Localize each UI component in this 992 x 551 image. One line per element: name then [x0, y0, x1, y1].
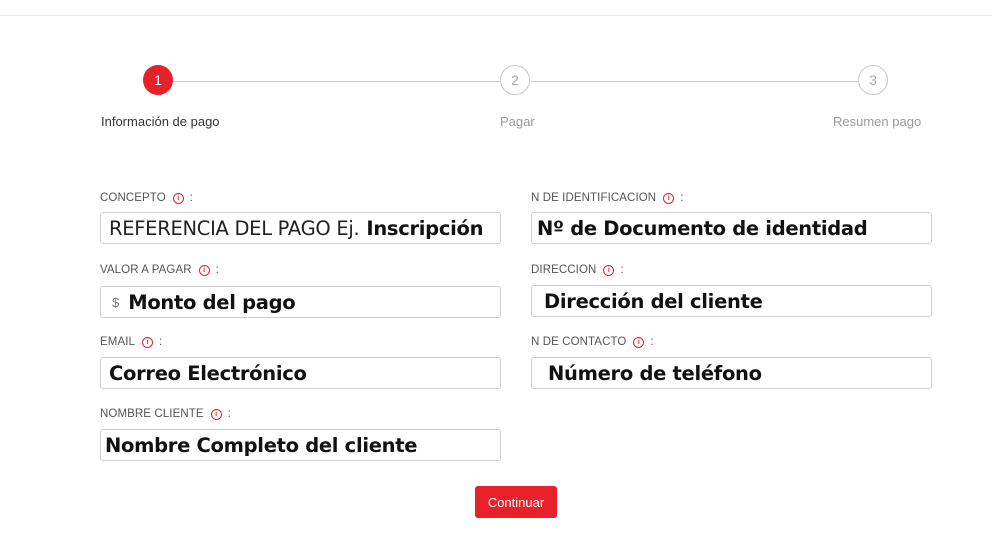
continue-button[interactable]: Continuar [475, 486, 557, 518]
stepper-connector-1 [173, 81, 500, 82]
id-number-label: N DE IDENTIFICACION i : [531, 192, 684, 204]
direccion-label: DIRECCION i : [531, 264, 624, 276]
step-2-label: Pagar [500, 114, 535, 129]
nombre-placeholder: Nombre Completo del cliente [105, 433, 418, 457]
stepper-connector-2 [531, 81, 858, 82]
contacto-placeholder: Número de teléfono [548, 361, 762, 385]
label-colon: : [227, 408, 231, 420]
label-colon: : [189, 192, 194, 204]
contacto-input[interactable]: Número de teléfono [531, 357, 932, 389]
nombre-label: NOMBRE CLIENTE i : [100, 408, 231, 420]
email-input[interactable]: Correo Electrónico [100, 357, 501, 389]
concepto-placeholder-prefix: REFERENCIA DEL PAGO Ej. [109, 216, 360, 240]
valor-input[interactable]: $ Monto del pago [100, 286, 501, 318]
header-divider [0, 15, 992, 16]
concepto-label: CONCEPTO i : [100, 192, 193, 204]
label-colon: : [215, 264, 219, 276]
step-3-indicator[interactable]: 3 [858, 65, 888, 95]
step-3-label: Resumen pago [833, 114, 922, 129]
concepto-label-text: CONCEPTO [100, 192, 166, 204]
label-colon: : [680, 192, 684, 204]
id-number-placeholder: Nº de Documento de identidad [537, 216, 868, 240]
label-colon: : [620, 264, 624, 276]
id-number-input[interactable]: Nº de Documento de identidad [531, 212, 932, 244]
valor-placeholder: Monto del pago [128, 290, 296, 314]
info-icon[interactable]: i [603, 264, 615, 276]
direccion-placeholder: Dirección del cliente [544, 289, 763, 313]
step-2-indicator[interactable]: 2 [500, 65, 530, 95]
direccion-label-text: DIRECCION [531, 264, 597, 276]
email-label: EMAIL i : [100, 336, 162, 348]
contacto-label: N DE CONTACTO i : [531, 336, 654, 348]
info-icon[interactable]: i [198, 264, 210, 276]
direccion-input[interactable]: Dirección del cliente [531, 285, 932, 317]
step-1-label: Información de pago [101, 114, 220, 129]
email-placeholder: Correo Electrónico [109, 361, 307, 385]
nombre-input[interactable]: Nombre Completo del cliente [100, 429, 501, 461]
currency-symbol: $ [112, 294, 120, 310]
info-icon[interactable]: i [172, 192, 184, 204]
concepto-placeholder-bold: Inscripción [366, 216, 484, 240]
valor-label-text: VALOR A PAGAR [100, 264, 192, 276]
info-icon[interactable]: i [663, 192, 675, 204]
email-label-text: EMAIL [100, 336, 136, 348]
valor-label: VALOR A PAGAR i : [100, 264, 219, 276]
nombre-label-text: NOMBRE CLIENTE [100, 408, 204, 420]
info-icon[interactable]: i [633, 336, 645, 348]
info-icon[interactable]: i [142, 336, 154, 348]
contacto-label-text: N DE CONTACTO [531, 336, 627, 348]
info-icon[interactable]: i [210, 408, 222, 420]
label-colon: : [650, 336, 654, 348]
concepto-input[interactable]: REFERENCIA DEL PAGO Ej. Inscripción [100, 212, 501, 244]
id-number-label-text: N DE IDENTIFICACION [531, 192, 657, 204]
step-1-indicator[interactable]: 1 [143, 65, 173, 95]
label-colon: : [159, 336, 163, 348]
